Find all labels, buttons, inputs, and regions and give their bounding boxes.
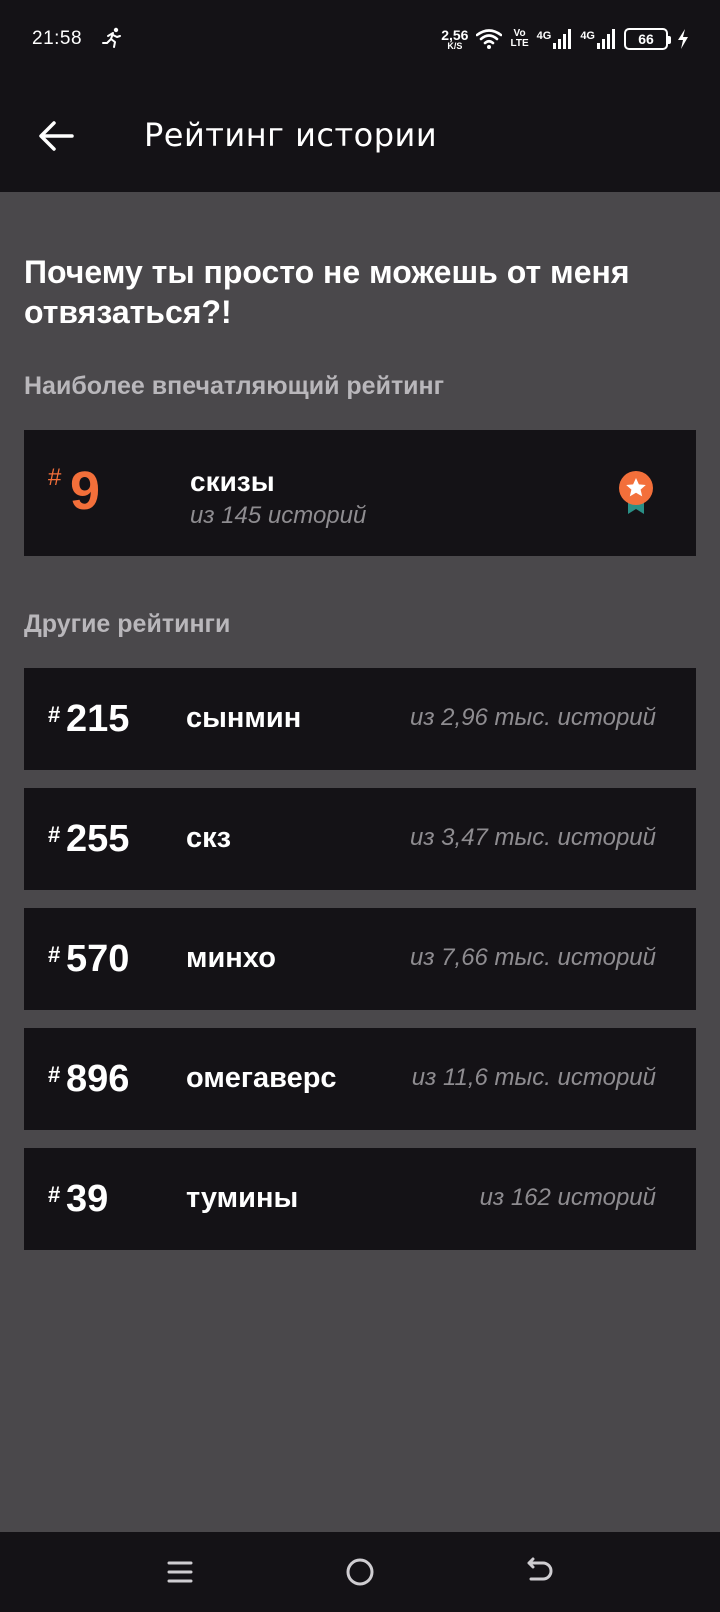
- rating-row[interactable]: # 39 тумины из 162 историй: [24, 1148, 696, 1250]
- battery-level: 66: [638, 31, 654, 47]
- rank-hash: #: [48, 942, 61, 967]
- network-2-type: 4G: [580, 30, 595, 42]
- rank-total: из 11,6 тыс. историй: [411, 1064, 656, 1091]
- system-nav-bar: [0, 1532, 720, 1612]
- rank-number: 39: [66, 1178, 109, 1220]
- signal-icon: [553, 29, 572, 49]
- network-speed-unit: K/S: [447, 40, 463, 51]
- rank-total: из 3,47 тыс. историй: [410, 824, 656, 851]
- status-icons: 2,56 K/S Vo LTE 4G 4G 66: [441, 22, 690, 56]
- back-button[interactable]: [30, 110, 82, 162]
- status-bar: 21:58 2,56 K/S Vo LTE 4G 4G 66: [0, 0, 720, 80]
- rank-tag: омегаверс: [186, 1062, 337, 1094]
- page-title: Рейтинг истории: [144, 116, 438, 154]
- battery-icon: 66: [624, 28, 671, 50]
- rank-total: из 2,96 тыс. историй: [410, 704, 656, 731]
- runner-icon: [102, 27, 121, 48]
- rank-total: из 162 историй: [479, 1184, 656, 1211]
- story-title: Почему ты просто не можешь от меня отвяз…: [24, 254, 630, 330]
- other-ratings-label: Другие рейтинги: [24, 610, 231, 638]
- signal-icon: [597, 29, 615, 49]
- best-rating-card[interactable]: # 9 скизы из 145 историй: [24, 430, 696, 556]
- network-speed-value: 2,56: [441, 26, 469, 43]
- system-back-button[interactable]: [518, 1550, 562, 1594]
- rank-hash: #: [48, 1182, 61, 1207]
- rank-number: 896: [66, 1058, 130, 1100]
- rank-number: 215: [66, 698, 130, 740]
- rank-tag: скизы: [190, 466, 275, 497]
- rank-total: из 145 историй: [190, 502, 367, 529]
- rating-row[interactable]: # 215 сынмин из 2,96 тыс. историй: [24, 668, 696, 770]
- status-time: 21:58: [32, 28, 83, 49]
- network-speed: 2,56 K/S: [441, 28, 468, 51]
- rating-row[interactable]: # 570 минхо из 7,66 тыс. историй: [24, 908, 696, 1010]
- app-bar: Рейтинг истории: [0, 80, 720, 192]
- rank-hash: #: [48, 464, 62, 491]
- recents-button[interactable]: [158, 1550, 202, 1594]
- network-1-type: 4G: [536, 30, 552, 42]
- network-2: 4G: [580, 28, 616, 50]
- back-return-icon: [527, 1557, 553, 1581]
- medal-icon: [619, 471, 653, 514]
- rank-hash: #: [48, 1062, 61, 1087]
- rating-row[interactable]: # 896 омегаверс из 11,6 тыс. историй: [24, 1028, 696, 1130]
- rank-number: 9: [70, 461, 101, 521]
- arrow-left-icon: [39, 121, 74, 151]
- rank-hash: #: [48, 822, 61, 847]
- rank-tag: скз: [186, 822, 232, 854]
- rank-tag: тумины: [186, 1182, 299, 1214]
- volte-indicator: Vo LTE: [510, 29, 528, 49]
- volte-bottom: LTE: [510, 38, 529, 49]
- best-rating-label: Наиболее впечатляющий рейтинг: [24, 372, 445, 400]
- home-circle-icon: [346, 1558, 374, 1586]
- rank-tag: минхо: [186, 942, 276, 974]
- network-1: 4G: [537, 28, 573, 50]
- wifi-icon: [476, 29, 503, 49]
- charging-icon: [678, 29, 688, 49]
- home-button[interactable]: [338, 1550, 382, 1594]
- rank-number: 570: [66, 938, 130, 980]
- rank-total: из 7,66 тыс. историй: [410, 944, 656, 971]
- menu-icon: [167, 1561, 193, 1583]
- rank-tag: сынмин: [186, 702, 302, 734]
- rating-row[interactable]: # 255 скз из 3,47 тыс. историй: [24, 788, 696, 890]
- rank-number: 255: [66, 818, 130, 860]
- rank-hash: #: [48, 702, 61, 727]
